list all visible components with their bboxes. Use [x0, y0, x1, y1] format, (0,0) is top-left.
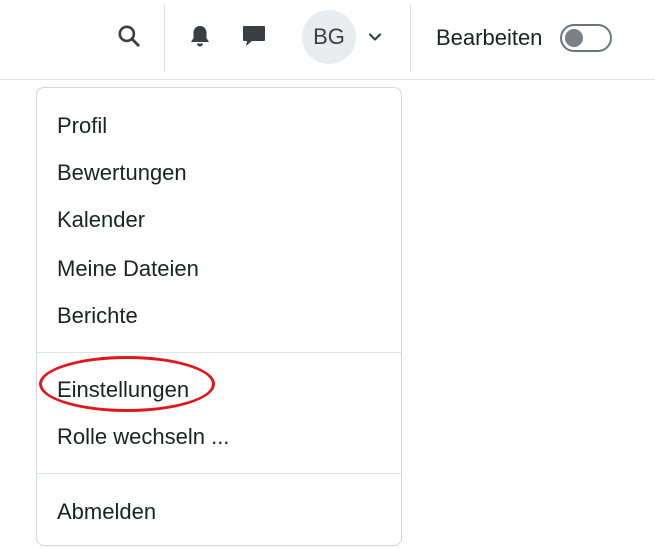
bell-icon[interactable]: [186, 22, 214, 50]
menu-item-switch-role[interactable]: Rolle wechseln ...: [57, 423, 229, 451]
menu-item-grades[interactable]: Bewertungen: [57, 159, 187, 187]
navbar-divider: [410, 4, 411, 72]
menu-item-reports[interactable]: Berichte: [57, 302, 138, 330]
avatar[interactable]: BG: [302, 10, 356, 64]
navbar-divider: [164, 4, 165, 72]
top-navbar: BG Bearbeiten: [0, 0, 655, 80]
menu-item-my-files[interactable]: Meine Dateien: [57, 255, 199, 283]
search-icon[interactable]: [115, 22, 143, 50]
chevron-down-icon[interactable]: [366, 28, 384, 46]
user-menu-dropdown: Profil Bewertungen Kalender Meine Dateie…: [36, 87, 402, 546]
avatar-initials: BG: [313, 24, 345, 49]
menu-divider: [37, 473, 401, 474]
edit-mode-label: Bearbeiten: [436, 25, 543, 50]
toggle-knob: [565, 29, 583, 47]
menu-item-calendar[interactable]: Kalender: [57, 206, 145, 234]
menu-item-logout[interactable]: Abmelden: [57, 498, 156, 526]
menu-item-profile[interactable]: Profil: [57, 112, 107, 140]
chat-icon[interactable]: [240, 22, 268, 50]
edit-mode-toggle[interactable]: [560, 24, 612, 52]
menu-item-preferences[interactable]: Einstellungen: [57, 376, 189, 404]
menu-divider: [37, 352, 401, 353]
